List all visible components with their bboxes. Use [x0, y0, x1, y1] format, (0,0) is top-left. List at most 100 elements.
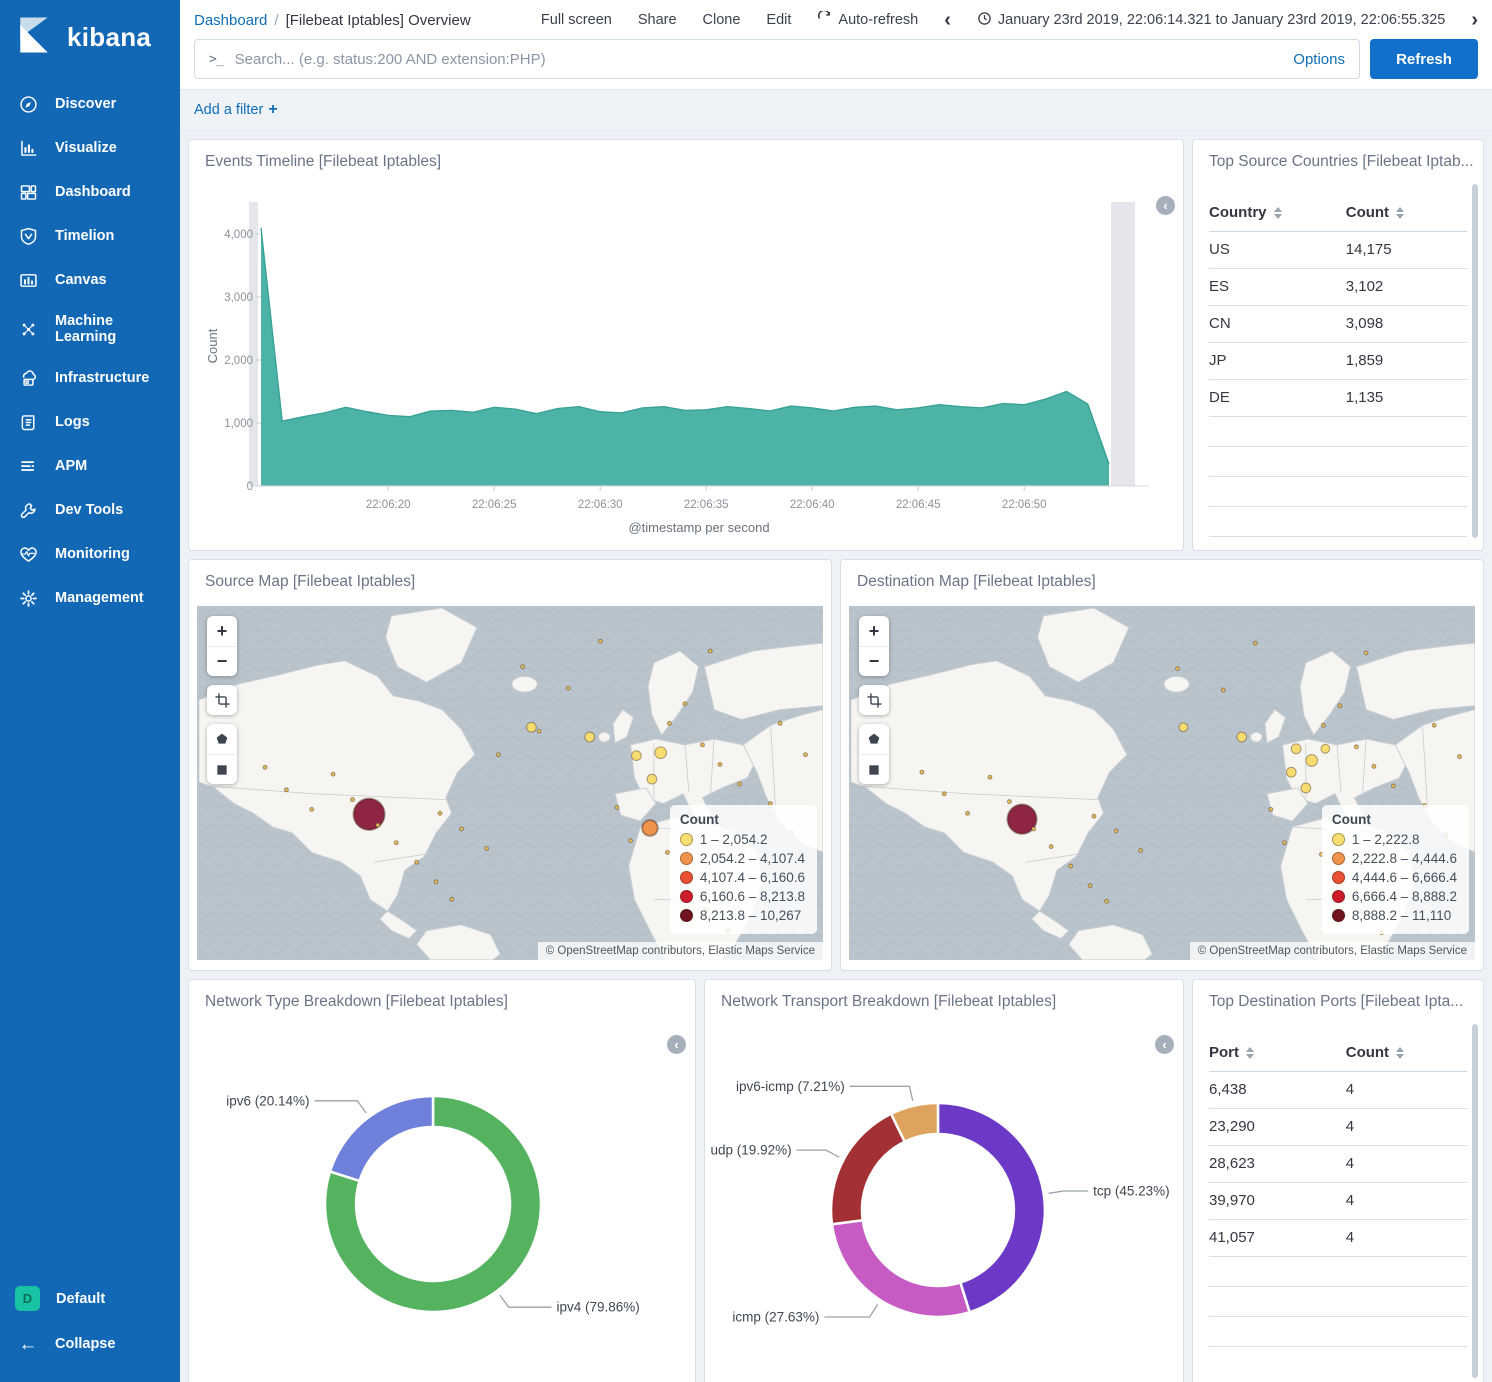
- table-row: ES3,102: [1209, 269, 1467, 306]
- zoom-in-button[interactable]: +: [859, 616, 889, 646]
- collapse-label: Collapse: [55, 1336, 115, 1352]
- pie-slice-udp[interactable]: [831, 1114, 905, 1225]
- table-row: 39,9704: [1209, 1183, 1467, 1220]
- map-bubble: [1032, 827, 1036, 831]
- query-options-link[interactable]: Options: [1281, 51, 1345, 68]
- map-bubble: [1291, 744, 1301, 754]
- zoom-out-button[interactable]: −: [207, 646, 237, 676]
- sidebar-item-logs[interactable]: Logs: [0, 400, 180, 444]
- panel-title: Destination Map [Filebeat Iptables]: [841, 560, 1483, 591]
- sidebar-item-label: Dashboard: [55, 184, 131, 200]
- sidebar-bottom: D Default ← Collapse: [0, 1271, 180, 1382]
- zoom-in-button[interactable]: +: [207, 616, 237, 646]
- sidebar-item-timelion[interactable]: Timelion: [0, 214, 180, 258]
- map-bubble: [1176, 667, 1180, 671]
- panel-title: Top Destination Ports [Filebeat Ipta...: [1193, 980, 1483, 1011]
- map-attribution: © OpenStreetMap contributors, Elastic Ma…: [538, 942, 823, 960]
- sidebar-item-dev-tools[interactable]: Dev Tools: [0, 488, 180, 532]
- map-bubble: [527, 722, 537, 732]
- sidebar-item-apm[interactable]: APM: [0, 444, 180, 488]
- breadcrumb-separator: /: [274, 12, 278, 29]
- breadcrumb-dashboard-link[interactable]: Dashboard: [194, 12, 267, 29]
- draw-rectangle-icon[interactable]: [207, 754, 237, 784]
- sidebar-collapse-button[interactable]: ← Collapse: [0, 1322, 180, 1366]
- clone-button[interactable]: Clone: [703, 12, 741, 28]
- refresh-button[interactable]: Refresh: [1370, 39, 1478, 79]
- monitoring-icon: [17, 543, 39, 565]
- legend-toggle-icon[interactable]: ‹: [667, 1035, 686, 1054]
- sidebar-item-canvas[interactable]: Canvas: [0, 258, 180, 302]
- sidebar-item-dashboard[interactable]: Dashboard: [0, 170, 180, 214]
- draw-polygon-icon[interactable]: [859, 724, 889, 754]
- map-bubble: [1092, 814, 1096, 818]
- sidebar-item-visualize[interactable]: Visualize: [0, 126, 180, 170]
- share-button[interactable]: Share: [638, 12, 677, 28]
- map-controls: + −: [859, 616, 889, 784]
- sidebar-nav: Discover Visualize Dashboard TimelionCanvas…: [0, 76, 180, 1271]
- time-range-picker[interactable]: January 23rd 2019, 22:06:14.321 to Janua…: [977, 11, 1445, 30]
- destination-ports-table: PortCount6,438423,290428,623439,970441,0…: [1209, 1035, 1467, 1347]
- sidebar-item-label: Discover: [55, 96, 116, 112]
- legend-toggle-icon[interactable]: ‹: [1156, 196, 1175, 215]
- source-map[interactable]: + − Count: [197, 606, 823, 960]
- legend-toggle-icon[interactable]: ‹: [1155, 1035, 1174, 1054]
- edit-button[interactable]: Edit: [766, 12, 791, 28]
- table-header: PortCount: [1209, 1035, 1467, 1072]
- sidebar-item-management[interactable]: Management: [0, 576, 180, 620]
- column-header-port[interactable]: Port: [1209, 1044, 1346, 1061]
- map-bubble: [778, 721, 782, 725]
- column-header-count[interactable]: Count: [1346, 1044, 1467, 1061]
- legend-item: 6,160.6 – 8,213.8: [680, 887, 805, 906]
- search-input[interactable]: [235, 51, 1282, 68]
- column-header-country[interactable]: Country: [1209, 204, 1346, 221]
- table-scrollbar[interactable]: [1472, 184, 1478, 538]
- map-bubble: [1237, 732, 1247, 742]
- sidebar-item-discover[interactable]: Discover: [0, 82, 180, 126]
- logs-icon: [17, 411, 39, 433]
- map-bubble: [1372, 764, 1376, 768]
- table-row: JP1,859: [1209, 343, 1467, 380]
- pie-slice-ipv6[interactable]: [330, 1096, 433, 1181]
- svg-text:22:06:25: 22:06:25: [472, 499, 517, 511]
- map-bubble: [647, 774, 657, 784]
- fit-bounds-icon[interactable]: [207, 685, 237, 715]
- table-row-empty: [1209, 417, 1467, 447]
- pie-label: ipv6-icmp (7.21%): [736, 1079, 845, 1094]
- table-row: CN3,098: [1209, 306, 1467, 343]
- timelion-icon: [17, 225, 39, 247]
- auto-refresh-button[interactable]: Auto-refresh: [817, 11, 918, 30]
- svg-text:22:06:45: 22:06:45: [896, 499, 941, 511]
- svg-text:22:06:30: 22:06:30: [578, 499, 623, 511]
- map-bubble: [708, 649, 712, 653]
- sidebar-item-infrastructure[interactable]: Infrastructure: [0, 356, 180, 400]
- table-row: 6,4384: [1209, 1072, 1467, 1109]
- network-type-donut-chart: ipv4 (79.86%)ipv6 (20.14%): [189, 980, 695, 1382]
- breadcrumb: Dashboard / [Filebeat Iptables] Overview: [194, 12, 471, 29]
- kibana-logo[interactable]: kibana: [0, 0, 180, 76]
- dashboard-grid: Events Timeline [Filebeat Iptables] ‹ 01…: [180, 131, 1492, 1382]
- column-header-count[interactable]: Count: [1346, 204, 1467, 221]
- draw-rectangle-icon[interactable]: [859, 754, 889, 784]
- zoom-out-button[interactable]: −: [859, 646, 889, 676]
- time-back-chevron[interactable]: ‹: [944, 10, 951, 30]
- pie-slice-tcp[interactable]: [938, 1103, 1045, 1312]
- dev-tools-icon: [17, 499, 39, 521]
- map-bubble: [615, 805, 619, 809]
- pie-slice-icmp[interactable]: [832, 1220, 970, 1317]
- filter-bar: Add a filter+: [180, 89, 1492, 131]
- draw-polygon-icon[interactable]: [207, 724, 237, 754]
- table-header: CountryCount: [1209, 195, 1467, 232]
- map-bubble: [331, 772, 335, 776]
- table-scrollbar[interactable]: [1472, 1024, 1478, 1378]
- fit-bounds-icon[interactable]: [859, 685, 889, 715]
- full-screen-button[interactable]: Full screen: [541, 12, 612, 28]
- add-filter-button[interactable]: Add a filter+: [194, 101, 278, 119]
- sidebar-item-machine-learning[interactable]: Machine Learning: [0, 302, 180, 356]
- sidebar-item-default-space[interactable]: D Default: [0, 1275, 180, 1322]
- time-forward-chevron[interactable]: ›: [1471, 10, 1478, 30]
- legend-item: 1 – 2,222.8: [1332, 830, 1457, 849]
- sidebar-item-monitoring[interactable]: Monitoring: [0, 532, 180, 576]
- default-space-label: Default: [56, 1291, 105, 1307]
- destination-map[interactable]: + − Count: [849, 606, 1475, 960]
- network-transport-donut-chart: tcp (45.23%)icmp (27.63%)udp (19.92%)ipv…: [705, 980, 1183, 1382]
